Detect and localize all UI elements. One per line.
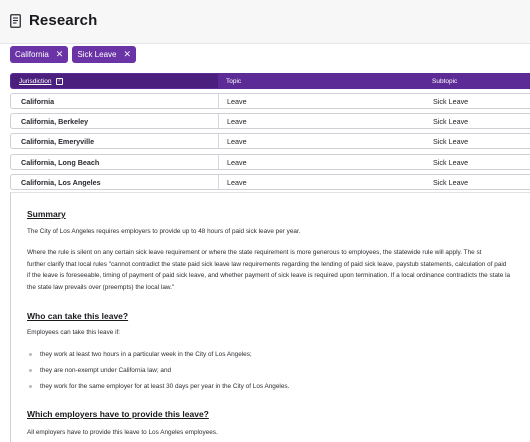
cell-topic: Leave: [227, 96, 247, 106]
cell-jurisdiction: California: [21, 96, 55, 106]
summary-text: if the leave is foreseeable, timing of p…: [27, 272, 511, 279]
help-icon[interactable]: ?: [55, 77, 63, 85]
table-row[interactable]: California, Emeryville Leave Sick Leave: [10, 133, 530, 149]
list-item: they work at least two hours in a partic…: [29, 351, 252, 358]
cell-subtopic: Sick Leave: [433, 177, 469, 187]
document-icon: [10, 14, 21, 28]
cell-jurisdiction: California, Emeryville: [21, 136, 95, 146]
cell-subtopic: Sick Leave: [433, 136, 469, 146]
column-divider: [218, 94, 219, 108]
column-header-topic: Topic: [226, 77, 242, 85]
cell-topic: Leave: [227, 157, 247, 167]
summary-text: The City of Los Angeles requires employe…: [27, 228, 301, 235]
summary-text: Where the rule is silent on any certain …: [27, 249, 482, 256]
list-item-text: they work for the same employer for at l…: [40, 383, 290, 390]
cell-subtopic: Sick Leave: [433, 116, 469, 126]
column-divider: [218, 134, 219, 148]
table-row[interactable]: California, Long Beach Leave Sick Leave: [10, 154, 530, 170]
list-item: they work for the same employer for at l…: [29, 383, 289, 390]
cell-topic: Leave: [227, 136, 247, 146]
cell-topic: Leave: [227, 116, 247, 126]
results-table: Jurisdiction ? Topic Subtopic California…: [10, 73, 530, 190]
bullet-icon: [29, 353, 32, 356]
list-item: they are non-exempt under California law…: [29, 367, 171, 374]
table-header: Jurisdiction ? Topic Subtopic: [10, 73, 530, 89]
column-divider: [218, 155, 219, 169]
table-row[interactable]: California Leave Sick Leave: [10, 93, 530, 109]
page-header: Research: [0, 0, 530, 44]
close-icon[interactable]: ✕: [123, 50, 131, 59]
table-row-expanded[interactable]: California, Los Angeles Leave Sick Leave: [10, 174, 530, 190]
list-item-text: they work at least two hours in a partic…: [40, 351, 252, 358]
cell-jurisdiction: California, Berkeley: [21, 116, 89, 126]
cell-jurisdiction: California, Long Beach: [21, 157, 100, 167]
cell-subtopic: Sick Leave: [433, 157, 469, 167]
cell-subtopic: Sick Leave: [433, 96, 469, 106]
who-intro: Employees can take this leave if:: [27, 329, 121, 336]
column-header-jurisdiction[interactable]: Jurisdiction ?: [11, 74, 218, 88]
bullet-icon: [29, 385, 32, 388]
cell-jurisdiction: California, Los Angeles: [21, 177, 101, 187]
which-text: All employers have to provide this leave…: [27, 429, 218, 436]
summary-text: the state law prevails over (preempts) t…: [27, 284, 175, 291]
bullet-icon: [29, 369, 32, 372]
detail-panel: Summary The City of Los Angeles requires…: [10, 192, 530, 442]
filter-chip-california[interactable]: California ✕: [10, 46, 69, 63]
filter-chip-label: California: [15, 50, 49, 59]
close-icon[interactable]: ✕: [56, 50, 64, 59]
column-divider: [218, 114, 219, 128]
list-item-text: they are non-exempt under California law…: [40, 367, 172, 374]
page-title: Research: [29, 12, 98, 29]
table-row[interactable]: California, Berkeley Leave Sick Leave: [10, 113, 530, 129]
filter-chip-label: Sick Leave: [77, 50, 117, 59]
filter-chips: California ✕ Sick Leave ✕: [10, 46, 137, 64]
summary-heading: Summary: [27, 209, 66, 219]
cell-topic: Leave: [227, 177, 247, 187]
column-header-subtopic: Subtopic: [432, 77, 458, 85]
summary-text: further clarify that local rules "cannot…: [27, 261, 507, 268]
which-heading: Which employers have to provide this lea…: [27, 409, 209, 419]
who-heading: Who can take this leave?: [27, 311, 129, 321]
column-header-label[interactable]: Jurisdiction: [19, 78, 52, 85]
column-divider: [218, 175, 219, 189]
filter-chip-sick-leave[interactable]: Sick Leave ✕: [72, 46, 137, 63]
